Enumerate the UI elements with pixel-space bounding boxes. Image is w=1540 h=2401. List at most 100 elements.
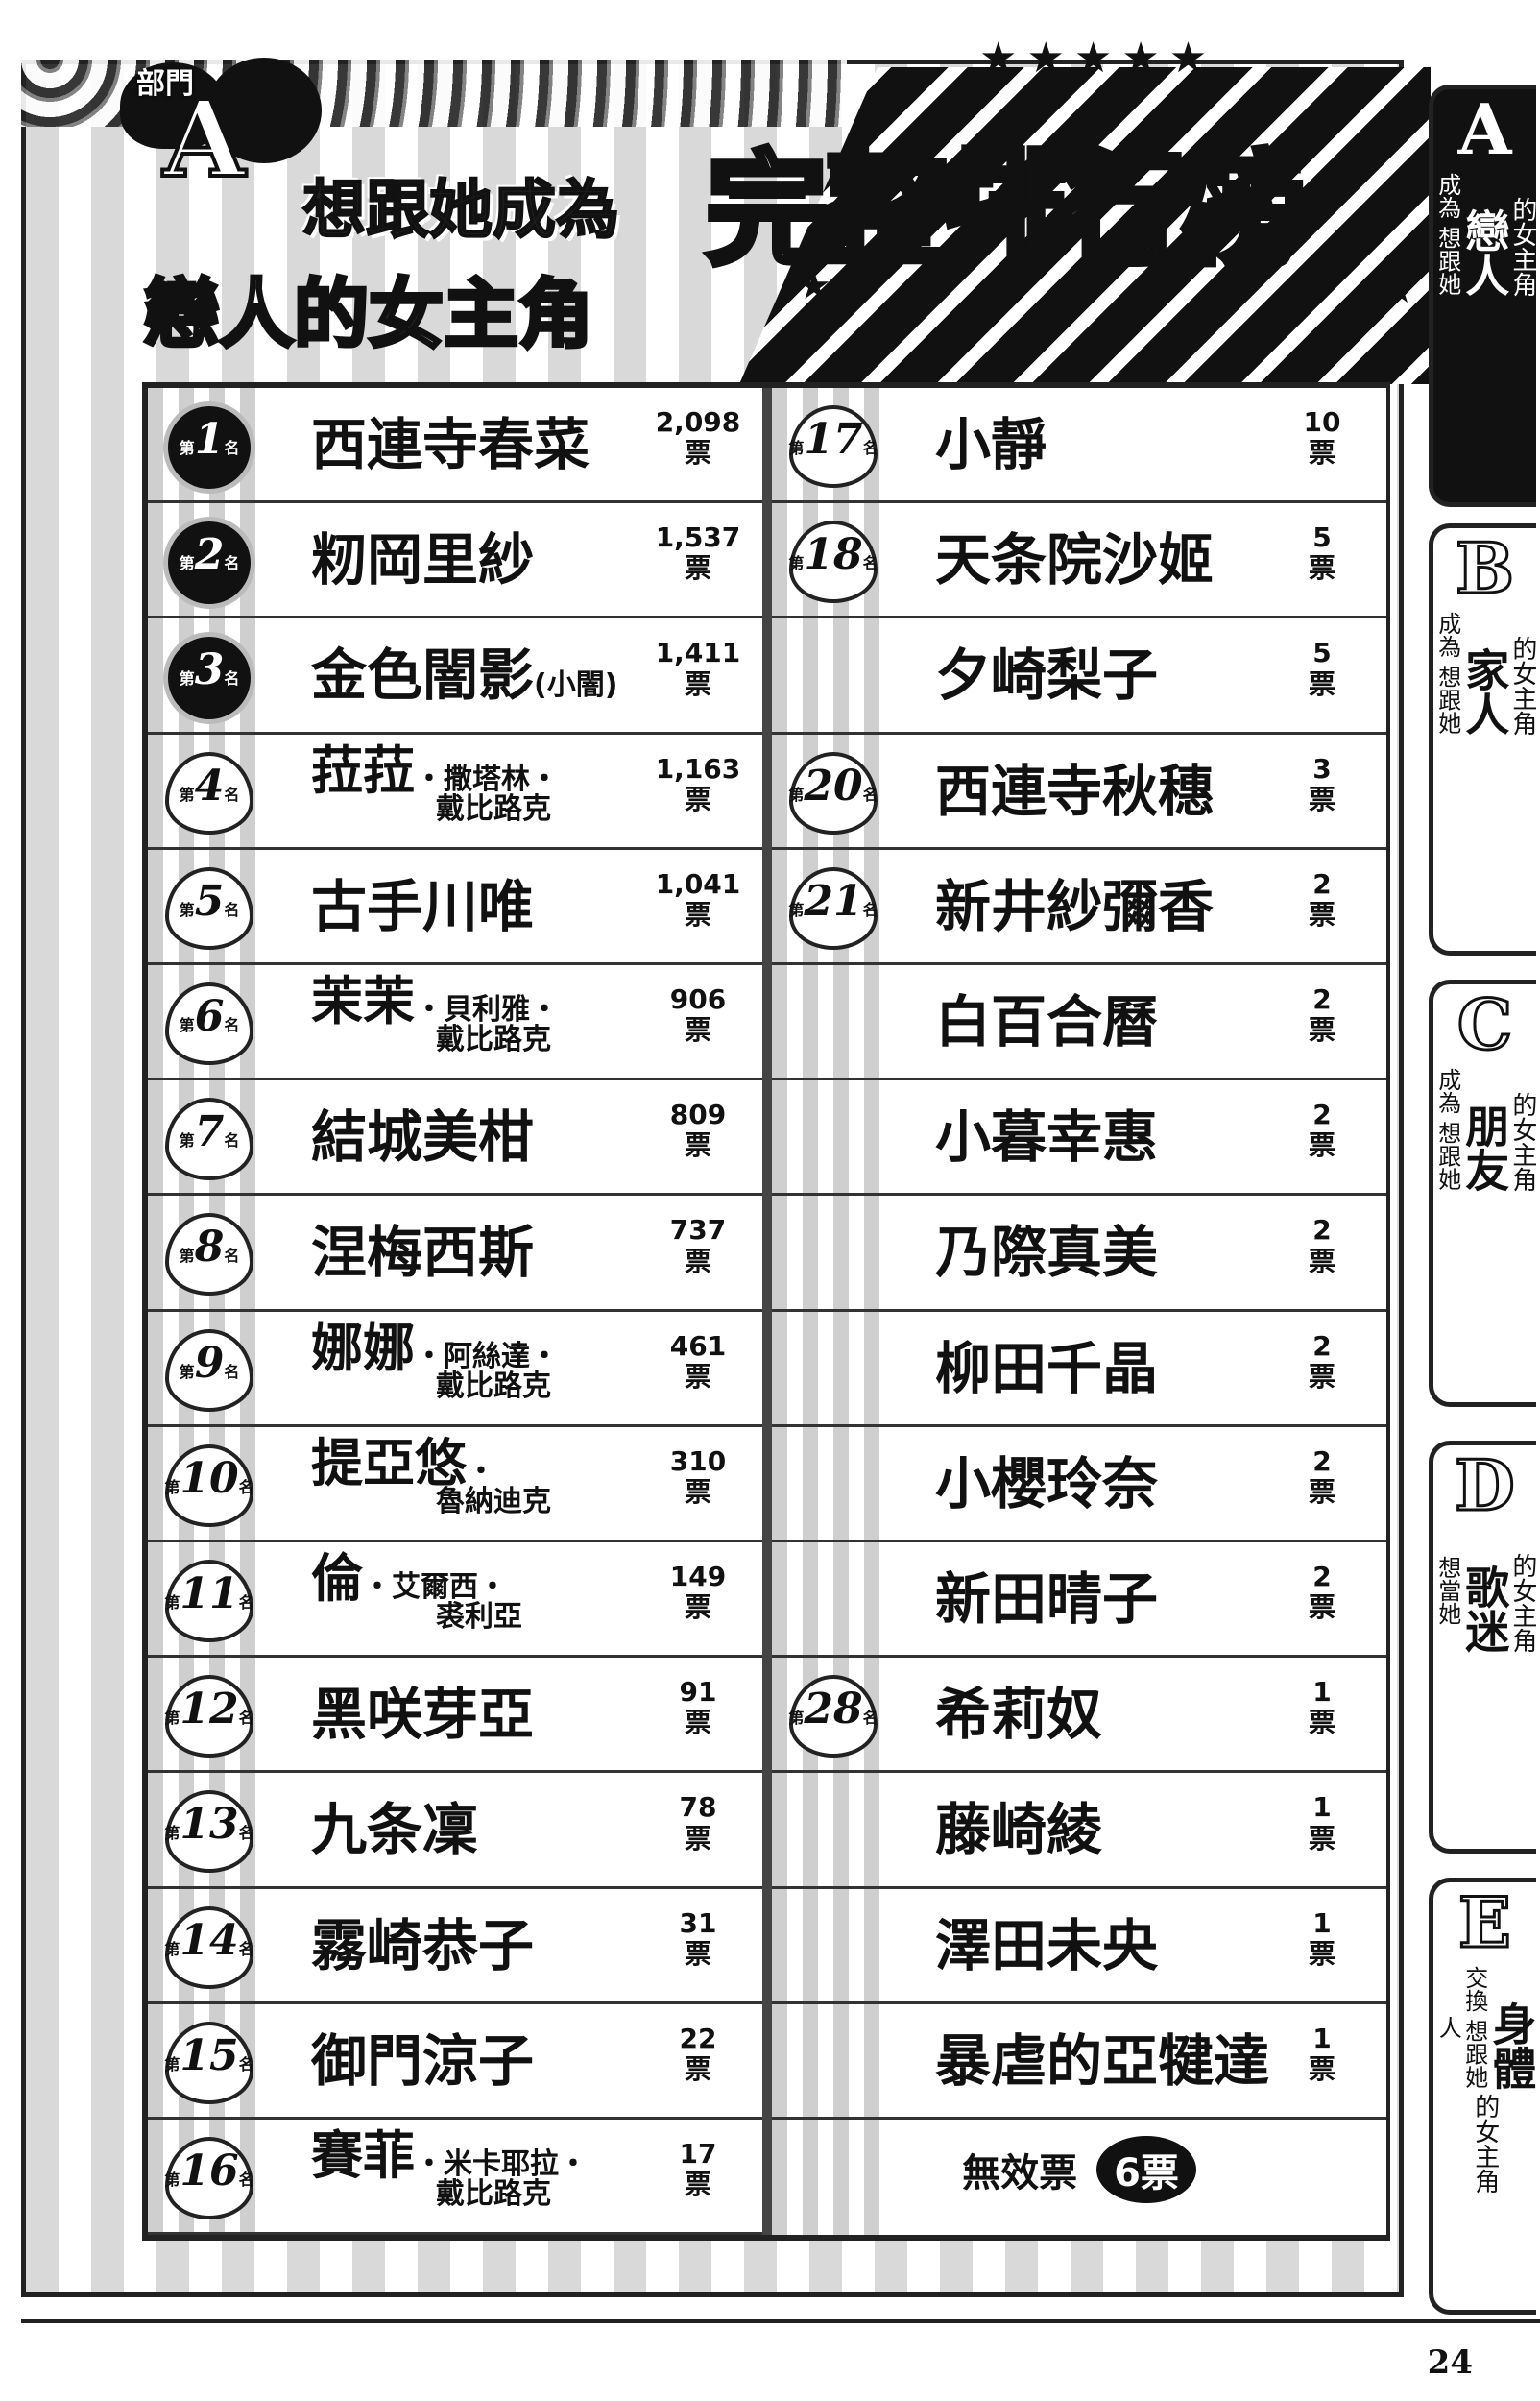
rank-suffix: 名 <box>238 1709 254 1728</box>
character-name: 西連寺秋穗 <box>935 761 1214 823</box>
rank-prefix: 第 <box>788 439 805 457</box>
rank-suffix: 名 <box>238 2171 254 2189</box>
character-name: 小靜 <box>935 414 1047 476</box>
rank-label: 第12名 <box>157 1688 261 1731</box>
name-main: 小櫻玲奈 <box>935 1450 1159 1516</box>
vote-number: 1,163 <box>655 752 741 785</box>
vote-count: 1票 <box>1279 1676 1365 1738</box>
tab-big-text: 朋友 <box>1458 1103 1511 1192</box>
rank-number: 21 <box>804 876 863 926</box>
table-row: 第3名 金色闇影(小闇) 1,411 票 <box>148 618 762 735</box>
rank-number: 2 <box>194 530 225 580</box>
side-tab-b[interactable]: B 成為 想跟她家人的女主角 <box>1429 523 1536 956</box>
rank-number: 12 <box>180 1685 239 1734</box>
character-name: 藤崎綾 <box>935 1799 1102 1861</box>
department-letter: A <box>161 77 247 201</box>
side-tab-e[interactable]: E 交換 想跟她 人身體的女主角 <box>1429 1878 1536 2315</box>
vote-unit: 票 <box>1308 1014 1335 1047</box>
vote-unit: 票 <box>684 1475 711 1508</box>
table-row: 第12名 黑咲芽亞 91 票 <box>148 1658 762 1774</box>
tab-end-text: 的女主角 <box>1507 197 1536 297</box>
table-row: 白百合曆 2 票 <box>772 965 1386 1081</box>
vote-number: 31 <box>679 1906 717 1939</box>
character-name: 天条院沙姬 <box>935 527 1215 594</box>
rank-badge: 第14名 <box>157 1903 261 1993</box>
name-main: 白百合曆 <box>935 989 1159 1055</box>
name-main: 倫 <box>311 1548 363 1609</box>
vote-unit: 票 <box>684 2052 711 2085</box>
tab-big-text: 戀人 <box>1458 208 1511 297</box>
tab-big-text: 歌迷 <box>1458 1564 1511 1653</box>
vote-unit: 票 <box>684 1937 711 1970</box>
vote-number: 906 <box>669 983 727 1015</box>
table-row: 第20名 西連寺秋穗 3 票 <box>772 734 1386 850</box>
vote-unit: 票 <box>1308 1591 1335 1624</box>
name-main: 天条院沙姬 <box>935 527 1215 594</box>
vote-count: 2票 <box>1279 1099 1365 1161</box>
rank-suffix: 名 <box>238 1939 254 1958</box>
rank-prefix: 第 <box>179 1016 195 1034</box>
vote-unit: 票 <box>684 1014 711 1047</box>
rank-badge: 第11名 <box>157 1556 261 1646</box>
tab-end-text: 的女主角 <box>1507 1553 1536 1653</box>
name-main: 小暮幸惠 <box>935 1104 1159 1171</box>
rank-number: 20 <box>804 761 863 811</box>
rank-badge: 第3名 <box>157 632 261 725</box>
rank-prefix: 第 <box>179 900 195 919</box>
vote-unit: 票 <box>684 1245 711 1277</box>
name-main: 古手川唯 <box>311 873 535 939</box>
vote-number: 149 <box>669 1561 727 1592</box>
vote-unit: 票 <box>1308 437 1335 470</box>
table-row: 暴虐的亞犍達 1 票 <box>772 2003 1386 2120</box>
rank-label: 第20名 <box>782 761 885 811</box>
tab-big-text: 身體 <box>1485 2001 1536 2090</box>
rank-badge: 第20名 <box>782 748 885 838</box>
name-main: 新田晴子 <box>935 1566 1159 1632</box>
tab-letter: E <box>1457 1881 1513 1963</box>
rank-label: 第15名 <box>157 2034 261 2077</box>
rank-badge: 第8名 <box>157 1209 261 1299</box>
vote-number: 2 <box>1312 1561 1332 1592</box>
character-name: 西連寺春菜 <box>311 414 590 476</box>
rank-label: 第9名 <box>157 1342 261 1385</box>
rank-badge: 第2名 <box>157 517 261 610</box>
ranking-column-right: 無效票 6票 第17名 小靜 10 票第18名 天条院沙姬 5 票夕崎梨子 5 票第20名 西連寺秋… <box>772 388 1386 2235</box>
tab-small-text: 交換 想跟她 人 <box>1434 1966 1488 2089</box>
rank-prefix: 第 <box>164 1939 180 1958</box>
vote-number: 17 <box>679 2138 717 2170</box>
invalid-value: 6票 <box>1096 2136 1196 2203</box>
vote-unit: 票 <box>684 1707 711 1739</box>
character-name: 小櫻玲奈 <box>935 1450 1159 1516</box>
table-row: 第18名 天条院沙姬 5 票 <box>772 503 1386 619</box>
rank-label: 第17名 <box>782 419 885 461</box>
rank-suffix: 名 <box>224 1131 240 1151</box>
side-tab-c[interactable]: C 成為 想跟她朋友的女主角 <box>1429 980 1536 1407</box>
name-line2: 魯納迪克 <box>436 1485 551 1519</box>
rank-badge: 第21名 <box>782 863 885 954</box>
rank-badge: 第10名 <box>157 1441 261 1531</box>
rank-suffix: 名 <box>862 554 878 573</box>
vote-count: 737 票 <box>655 1215 741 1277</box>
rank-number: 1 <box>194 415 225 464</box>
character-name: 乃際真美 <box>935 1222 1158 1284</box>
side-tab-d[interactable]: D 想當她歌迷的女主角 <box>1429 1441 1536 1854</box>
rank-prefix: 第 <box>788 900 805 919</box>
side-tab-a[interactable]: A 成為 想跟她戀人的女主角 <box>1429 85 1536 507</box>
table-row: 藤崎綾 1 票 <box>772 1773 1386 1889</box>
rank-badge: 第16名 <box>157 2133 261 2223</box>
rank-label: 第18名 <box>782 534 885 576</box>
character-name: 涅梅西斯 <box>311 1222 534 1284</box>
rank-suffix: 名 <box>238 1477 254 1496</box>
star-icon: ★ <box>797 317 827 355</box>
name-sub: (小闇) <box>534 668 618 703</box>
vote-count: 1票 <box>1279 1907 1365 1970</box>
name-main: 茉茉 <box>311 971 415 1031</box>
vote-number: 2 <box>1312 1329 1332 1362</box>
vote-count: 91 票 <box>655 1676 741 1739</box>
rank-badge: 第9名 <box>157 1325 261 1416</box>
tab-letter: C <box>1456 983 1513 1065</box>
rank-badge: 第18名 <box>782 517 885 607</box>
rank-prefix: 第 <box>179 785 195 804</box>
vote-number: 1 <box>1312 1791 1332 1824</box>
vote-number: 809 <box>669 1099 727 1131</box>
